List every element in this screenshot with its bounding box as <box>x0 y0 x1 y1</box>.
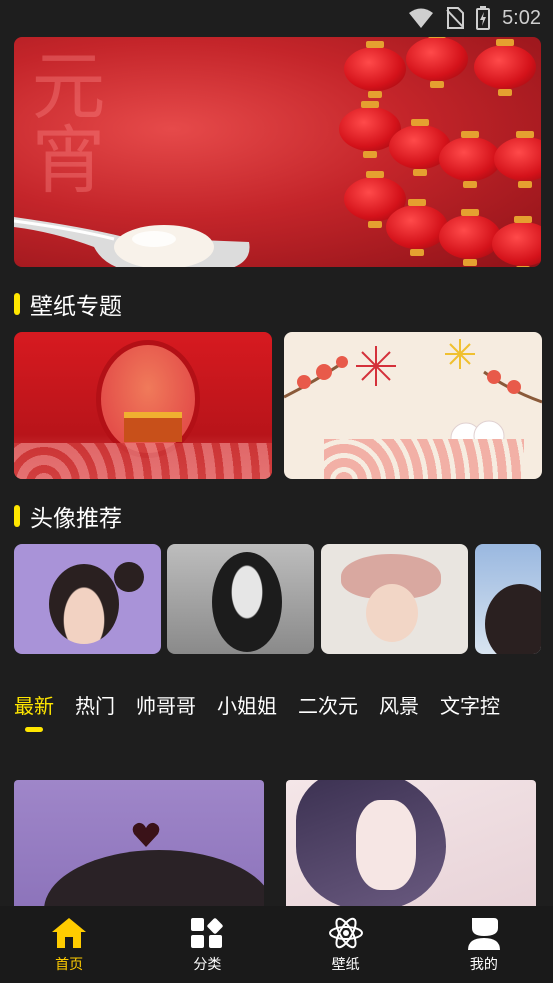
avatar-card[interactable] <box>14 544 161 654</box>
banner-glyph: 元宵 <box>19 47 105 195</box>
wifi-icon <box>409 8 434 28</box>
avatars-section-header: 头像推荐 <box>14 499 122 533</box>
status-bar: 5:02 <box>0 0 553 36</box>
tab-scenery[interactable]: 风景 <box>379 690 419 719</box>
firework-illustration <box>445 339 475 369</box>
cloud-waves <box>324 439 524 479</box>
avatar-portrait <box>49 564 119 644</box>
cloud-waves <box>14 443 272 479</box>
branch-illustration <box>284 356 348 399</box>
avatars-title: 头像推荐 <box>30 506 122 532</box>
tab-latest[interactable]: 最新 <box>14 690 54 719</box>
topics-title: 壁纸专题 <box>30 294 122 320</box>
topic-card[interactable] <box>284 332 542 479</box>
hair-bun <box>114 562 144 592</box>
wallpaper-thumbnail[interactable] <box>14 780 264 906</box>
tab-handsome[interactable]: 帅哥哥 <box>136 690 196 719</box>
lantern <box>439 131 501 188</box>
nav-category-label: 分类 <box>193 957 222 973</box>
nav-profile[interactable]: 我的 <box>444 916 524 974</box>
avatar-card[interactable] <box>321 544 468 654</box>
no-sim-icon <box>446 7 465 29</box>
bottom-nav: 首页 分类 壁纸 我的 <box>0 906 553 983</box>
nav-wallpaper-label: 壁纸 <box>331 957 360 973</box>
lantern <box>439 209 501 266</box>
avatar-portrait <box>485 584 541 654</box>
lantern <box>344 41 406 98</box>
avatar-portrait <box>212 552 282 652</box>
section-accent-bar <box>14 505 20 527</box>
avatar-card[interactable] <box>167 544 314 654</box>
battery-icon <box>476 6 491 30</box>
lantern <box>474 39 536 96</box>
heart-icon <box>132 822 160 847</box>
tab-girls[interactable]: 小姐姐 <box>217 690 277 719</box>
firework-illustration <box>356 346 396 386</box>
lantern <box>492 216 541 267</box>
nav-category[interactable]: 分类 <box>167 916 247 974</box>
topic-card[interactable] <box>14 332 272 479</box>
status-time: 5:02 <box>502 6 541 29</box>
tab-anime[interactable]: 二次元 <box>298 690 358 719</box>
tab-hot[interactable]: 热门 <box>75 690 115 719</box>
lantern <box>386 199 448 256</box>
tab-text[interactable]: 文字控 <box>440 690 500 719</box>
spoon-illustration <box>14 217 250 267</box>
nav-home[interactable]: 首页 <box>29 916 109 974</box>
avatar-card[interactable] <box>475 544 541 654</box>
category-icon <box>191 918 224 948</box>
topics-section-header: 壁纸专题 <box>14 287 122 321</box>
nav-home-label: 首页 <box>55 957 84 973</box>
branch-illustration <box>483 370 542 404</box>
home-icon <box>52 918 87 948</box>
lantern <box>494 131 541 188</box>
anime-face-illustration <box>356 800 416 890</box>
section-accent-bar <box>14 293 20 315</box>
active-tab-indicator <box>25 727 43 732</box>
nav-wallpaper[interactable]: 壁纸 <box>306 916 386 974</box>
profile-icon <box>467 918 500 950</box>
avatar-portrait <box>366 584 418 642</box>
category-tabs: 最新 热门 帅哥哥 小姐姐 二次元 风景 文字控 <box>14 690 500 719</box>
hair-illustration <box>44 850 264 906</box>
atom-icon <box>328 917 363 949</box>
nav-profile-label: 我的 <box>469 957 498 973</box>
lantern <box>406 37 468 88</box>
gate-illustration <box>124 412 182 442</box>
wallpaper-thumbnail[interactable] <box>286 780 536 906</box>
featured-banner[interactable]: 元宵 <box>14 37 541 267</box>
